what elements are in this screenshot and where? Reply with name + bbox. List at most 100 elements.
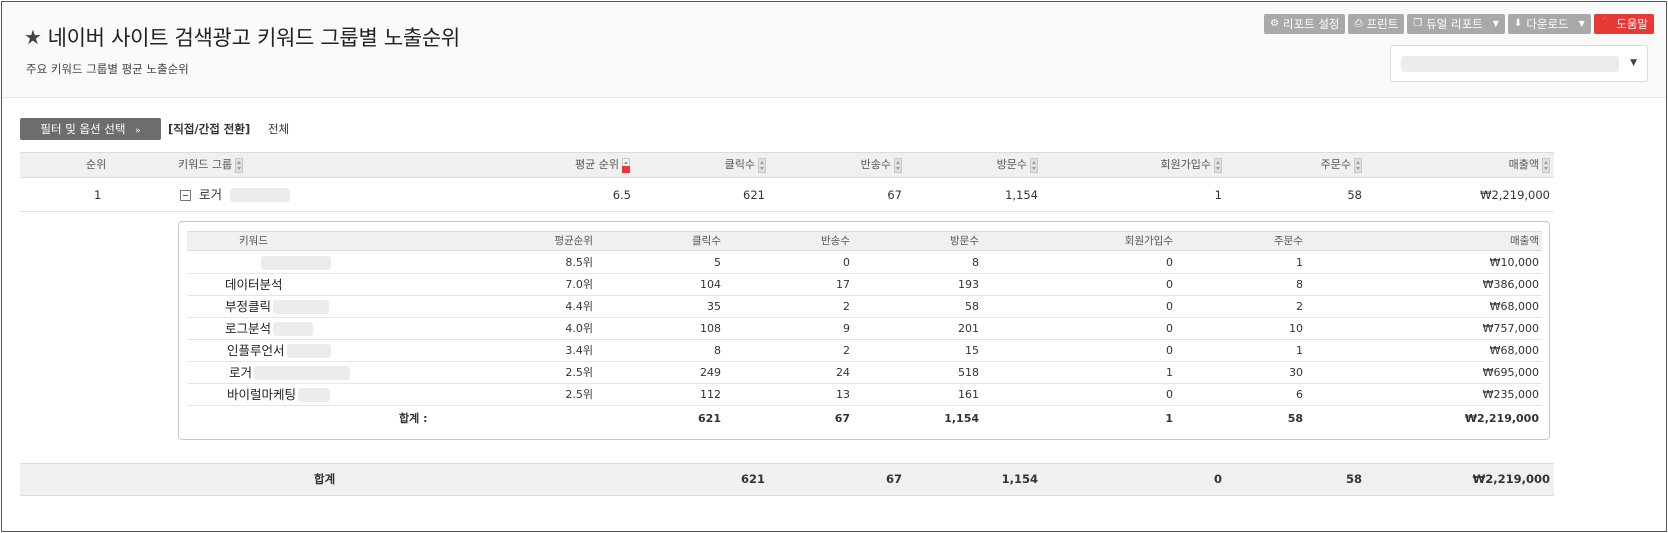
redacted-text (273, 322, 314, 336)
bounces-cell: 2 (843, 300, 850, 313)
grand-total-label: 합계 (314, 472, 336, 486)
revenue-cell: ₩695,000 (1482, 366, 1539, 379)
revenue-cell: ₩68,000 (1489, 344, 1539, 357)
print-label: 프린트 (1366, 17, 1399, 31)
grand-total-visits: 1,154 (1001, 472, 1038, 486)
col-signups[interactable]: 회원가입수 (1060, 153, 1222, 177)
sub-total-signups: 1 (1165, 412, 1173, 425)
bounces-cell: 17 (836, 278, 850, 291)
col-orders[interactable]: 주문수 (1220, 153, 1362, 177)
download-icon: ⬇ (1513, 18, 1523, 29)
avg-rank-cell: 7.0위 (565, 278, 593, 291)
col-bounces[interactable]: 반송수 (760, 153, 902, 177)
avg-rank-cell: 3.4위 (565, 344, 593, 357)
bounces-cell: 9 (843, 322, 850, 335)
list-item[interactable]: 바이럴마케팅 2.5위 112 13 161 0 6 ₩235,000 (187, 384, 1542, 406)
collapse-icon[interactable] (180, 189, 191, 201)
table-row[interactable]: 1 로거 6.5 621 67 1,154 1 58 ₩2,219,000 (20, 179, 1554, 212)
site-select[interactable]: ▼ (1390, 45, 1648, 82)
keyword-cell (259, 252, 331, 274)
help-label: 도움말 (1616, 17, 1648, 31)
visits-cell: 15 (965, 344, 979, 357)
orders-cell: 1 (1296, 344, 1303, 357)
keyword-text: 로거 (229, 365, 253, 380)
avg-rank-cell: 6.5 (612, 188, 631, 202)
redacted-text (261, 256, 331, 270)
sub-total-label: 합계 : (399, 412, 428, 425)
clicks-cell: 8 (714, 344, 721, 357)
list-item[interactable]: 부정클릭 4.4위 35 2 58 0 2 ₩68,000 (187, 296, 1542, 318)
filter-options-label: 필터 및 옵션 선택 (40, 122, 126, 136)
revenue-cell: ₩235,000 (1482, 388, 1539, 401)
avg-rank-cell: 2.5위 (565, 388, 593, 401)
double-chevron-down-icon: » (135, 126, 141, 136)
report-toolbar: ⚙ 리포트 설정 ⎙ 프린트 ❐ 듀얼 리포트 ▼ ⬇ 다운로드 ▼ ❓ 도움말 (1263, 14, 1654, 34)
visits-cell: 201 (958, 322, 979, 335)
list-item[interactable]: 8.5위 5 0 8 0 1 ₩10,000 (187, 252, 1542, 274)
clicks-cell: 35 (707, 300, 721, 313)
bounces-cell: 0 (843, 256, 850, 269)
col-keyword-group[interactable]: 키워드 그룹 (178, 153, 244, 177)
filter-options-button[interactable]: 필터 및 옵션 선택 » (20, 118, 161, 140)
col-revenue-label: 매출액 (1508, 158, 1539, 171)
col-signups-label: 회원가입수 (1160, 158, 1211, 171)
dual-report-button[interactable]: ❐ 듀얼 리포트 ▼ (1407, 14, 1505, 34)
keyword-text: 부정클릭 (225, 299, 272, 314)
avg-rank-cell: 2.5위 (565, 366, 593, 379)
report-header: ★ 네이버 사이트 검색광고 키워드 그룹별 노출순위 주요 키워드 그룹별 평… (2, 2, 1666, 98)
report-frame: ★ 네이버 사이트 검색광고 키워드 그룹별 노출순위 주요 키워드 그룹별 평… (1, 1, 1667, 532)
sub-col-clicks: 클릭수 (692, 235, 721, 247)
keyword-cell: 로그분석 (225, 318, 314, 340)
keyword-text: 로그분석 (225, 321, 272, 336)
col-clicks[interactable]: 클릭수 (620, 153, 766, 177)
redacted-text (273, 300, 330, 314)
bounces-cell: 24 (836, 366, 850, 379)
sub-total-revenue: ₩2,219,000 (1464, 412, 1539, 425)
revenue-cell: ₩10,000 (1489, 256, 1539, 269)
download-button[interactable]: ⬇ 다운로드 ▼ (1507, 14, 1591, 34)
keyword-cell: 로거 (229, 362, 351, 384)
keyword-text: 바이럴마케팅 (227, 387, 297, 402)
sort-icon[interactable] (1030, 157, 1038, 173)
list-item[interactable]: 로그분석 4.0위 108 9 201 0 10 ₩757,000 (187, 318, 1542, 340)
col-visits[interactable]: 방문수 (900, 153, 1038, 177)
grand-total-signups: 0 (1213, 472, 1222, 486)
rank-cell: 1 (94, 188, 102, 202)
dual-report-label: 듀얼 리포트 (1426, 17, 1483, 31)
orders-cell: 10 (1289, 322, 1303, 335)
col-rank: 순위 (86, 153, 106, 177)
list-item[interactable]: 인플루언서 3.4위 8 2 15 0 1 ₩68,000 (187, 340, 1542, 362)
redacted-text (254, 366, 351, 380)
list-item[interactable]: 데이터분석 7.0위 104 17 193 0 8 ₩386,000 (187, 274, 1542, 296)
revenue-cell: ₩68,000 (1489, 300, 1539, 313)
sub-col-avg-rank: 평균순위 (554, 235, 593, 247)
visits-cell: 58 (965, 300, 979, 313)
list-item[interactable]: 로거 2.5위 249 24 518 1 30 ₩695,000 (187, 362, 1542, 384)
signups-cell: 0 (1166, 344, 1173, 357)
col-avg-rank[interactable]: 평균 순위 (480, 153, 630, 177)
site-select-value (1401, 56, 1619, 72)
sort-icon[interactable] (1542, 157, 1550, 173)
bounces-cell: 67 (887, 188, 902, 202)
visits-cell: 161 (958, 388, 979, 401)
visits-cell: 1,154 (1005, 188, 1038, 202)
orders-cell: 6 (1296, 388, 1303, 401)
clicks-cell: 5 (714, 256, 721, 269)
clicks-cell: 249 (700, 366, 721, 379)
avg-rank-cell: 4.0위 (565, 322, 593, 335)
col-revenue[interactable]: 매출액 (1400, 153, 1550, 177)
signups-cell: 0 (1166, 278, 1173, 291)
redacted-text (298, 388, 331, 402)
help-button[interactable]: ❓ 도움말 (1593, 14, 1654, 34)
bounces-cell: 2 (843, 344, 850, 357)
printer-icon: ⎙ (1354, 18, 1363, 29)
page-subtitle: 주요 키워드 그룹별 평균 노출순위 (26, 62, 189, 76)
download-label: 다운로드 (1526, 17, 1569, 31)
sort-icon[interactable] (1354, 157, 1362, 173)
report-settings-button[interactable]: ⚙ 리포트 설정 (1263, 14, 1346, 34)
direct-indirect-toggle[interactable]: [직접/간접 전환] (168, 121, 250, 137)
print-button[interactable]: ⎙ 프린트 (1348, 14, 1405, 34)
sort-icon[interactable] (235, 157, 244, 173)
sub-col-keyword: 키워드 (239, 235, 268, 247)
star-icon[interactable]: ★ (24, 25, 42, 49)
